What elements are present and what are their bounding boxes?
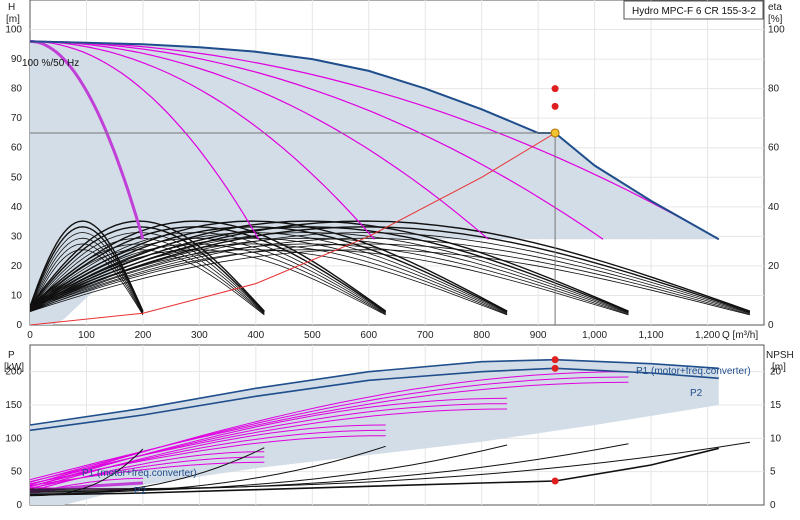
x-tick-label: 200 [135, 330, 152, 341]
p1-single-label: P1 (motor+freq.converter) [82, 468, 197, 479]
x-tick-label: 600 [360, 330, 377, 341]
efficiency-marker [551, 102, 559, 110]
top-y-right-label-1: eta [768, 2, 782, 13]
efficiency-marker [551, 85, 559, 93]
bottom-y-left-label-1: P [8, 350, 15, 361]
npsh-tick-label: 10 [770, 433, 782, 444]
chart-title: Hydro MPC-F 6 CR 155-3-2 [632, 6, 756, 17]
p1-main-label: P1 (motor+freq.converter) [636, 366, 751, 377]
h-tick-label: 70 [11, 113, 23, 124]
h-tick-label: 80 [11, 84, 23, 95]
npsh-tick-label: 0 [770, 500, 776, 511]
h-tick-label: 0 [16, 320, 22, 331]
x-tick-label: 0 [27, 330, 33, 341]
h-tick-label: 90 [11, 54, 23, 65]
x-tick-label: 1,000 [582, 330, 607, 341]
bottom-y-right-label-1: NPSH [766, 350, 794, 361]
h-tick-label: 10 [11, 290, 23, 301]
npsh-tick-label: 20 [770, 367, 782, 378]
p2-marker [551, 364, 559, 372]
eta-tick-label: 60 [768, 143, 780, 154]
p-tick-label: 200 [5, 367, 22, 378]
duty-point [550, 128, 560, 138]
x-tick-label: 500 [304, 330, 321, 341]
h-tick-label: 60 [11, 143, 23, 154]
pump-performance-chart: Hydro MPC-F 6 CR 155-3-2 H [m] eta [%] Q… [4, 0, 794, 511]
eta-tick-label: 0 [768, 320, 774, 331]
p-tick-label: 100 [5, 433, 22, 444]
eta-tick-label: 100 [768, 25, 785, 36]
x-tick-label: 100 [78, 330, 95, 341]
p-tick-label: 150 [5, 400, 22, 411]
npsh-tick-label: 5 [770, 467, 776, 478]
top-y-left-label-2: [m] [6, 14, 20, 25]
npsh-tick-label: 15 [770, 400, 782, 411]
p1-marker [551, 356, 559, 364]
eta-tick-label: 80 [768, 84, 780, 95]
x-tick-label: 800 [473, 330, 490, 341]
x-tick-label: 900 [530, 330, 547, 341]
p-tick-label: 50 [11, 467, 23, 478]
top-y-left-label-1: H [8, 2, 15, 13]
top-y-right-label-2: [%] [768, 14, 783, 25]
x-tick-label: 400 [248, 330, 265, 341]
x-tick-label: 700 [417, 330, 434, 341]
eta-tick-label: 20 [768, 261, 780, 272]
h-tick-label: 50 [11, 172, 23, 183]
p-tick-label: 0 [16, 500, 22, 511]
h-tick-label: 100 [5, 25, 22, 36]
top-x-axis-label: Q [m³/h] [722, 330, 758, 341]
h-tick-label: 40 [11, 202, 23, 213]
h-tick-label: 30 [11, 231, 23, 242]
x-tick-label: 1,200 [695, 330, 720, 341]
p2-main-label: P2 [690, 388, 703, 399]
x-tick-label: 1,100 [639, 330, 664, 341]
eta-tick-label: 40 [768, 202, 780, 213]
h-tick-label: 20 [11, 261, 23, 272]
x-tick-label: 300 [191, 330, 208, 341]
npsh-marker [551, 477, 559, 485]
p2-single-label: P2 [134, 486, 147, 497]
speed-label: 100 %/50 Hz [22, 58, 79, 69]
